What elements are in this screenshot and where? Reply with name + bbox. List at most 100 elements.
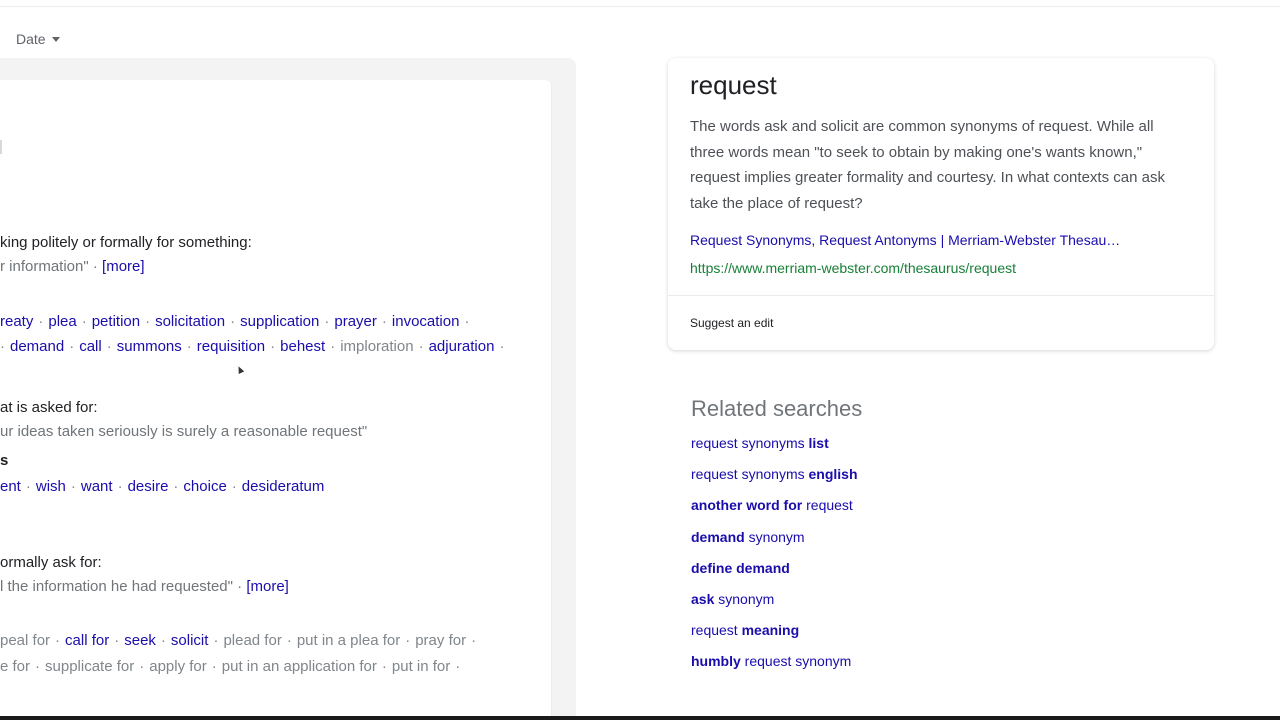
synonyms-row-2: · demand · call · summons · requisition · behest ·… xyxy=(0,337,509,357)
separator-dot: · xyxy=(25,478,31,495)
example-3-line: l the information he had requested" · [m… xyxy=(0,577,289,597)
related-search-text: demand xyxy=(691,528,749,545)
synonym-link[interactable]: solicit xyxy=(171,632,209,649)
example-1-line: r information" · [more] xyxy=(0,257,145,277)
synonym-link[interactable]: summons xyxy=(117,338,182,355)
suggest-edit-link[interactable]: Suggest an edit xyxy=(690,316,773,330)
related-search-link[interactable]: request synonyms english xyxy=(691,466,858,497)
synonym-link[interactable]: plea xyxy=(48,313,76,330)
separator-dot: · xyxy=(117,478,123,495)
synonyms-row-4: peal for · call for · seek · solicit · plead for… xyxy=(0,631,481,651)
synonym-link[interactable]: behest xyxy=(280,338,325,355)
separator-dot: · xyxy=(286,632,292,649)
synonym-link[interactable]: call for xyxy=(65,632,109,649)
synonym-link[interactable]: seek xyxy=(124,632,156,649)
bottom-edge xyxy=(0,716,1280,720)
synonym-link[interactable]: petition xyxy=(92,313,140,330)
synonym-link[interactable]: desire xyxy=(128,478,169,495)
related-search-link[interactable]: demand synonym xyxy=(691,529,858,560)
snippet-source-url: https://www.merriam-webster.com/thesauru… xyxy=(690,260,1017,276)
synonym-link[interactable]: choice xyxy=(183,478,226,495)
related-search-link[interactable]: humbly request synonym xyxy=(691,653,858,684)
related-search-text: another word for xyxy=(691,497,807,514)
related-search-text: synonym xyxy=(718,590,775,607)
related-search-link[interactable]: request synonyms list xyxy=(691,435,858,466)
synonym-text: put in an application for xyxy=(221,658,377,675)
example-3: l the information he had requested" xyxy=(0,578,233,595)
synonym-text: pray for xyxy=(415,632,467,649)
example-2: ur ideas taken seriously is surely a rea… xyxy=(0,423,368,440)
synonym-link[interactable]: ent xyxy=(0,478,21,495)
more-link-3[interactable]: [more] xyxy=(246,578,289,595)
related-search-link[interactable]: another word for request xyxy=(691,497,858,528)
date-filter-label: Date xyxy=(16,31,46,47)
synonym-link[interactable]: demand xyxy=(10,338,64,355)
snippet-title: request xyxy=(690,70,777,100)
separator-dot: · xyxy=(455,658,461,675)
synonym-text: plead for xyxy=(223,632,282,649)
synonym-link[interactable]: solicitation xyxy=(155,313,225,330)
related-search-link[interactable]: ask synonym xyxy=(691,591,858,622)
related-search-text: synonym xyxy=(748,528,805,545)
separator-dot: · xyxy=(81,313,87,330)
snippet-body: The words ask and solicit are common syn… xyxy=(690,118,1165,212)
separator-dot: · xyxy=(173,478,179,495)
separator-dot: · xyxy=(330,338,336,355)
related-search-text: english xyxy=(808,466,858,483)
synonym-text: apply for xyxy=(149,658,207,675)
caret-down-icon xyxy=(51,37,60,42)
definition-1: king politely or formally for something: xyxy=(0,234,252,251)
related-search-text: request xyxy=(806,497,853,514)
related-search-text: meaning xyxy=(741,622,800,639)
separator-dot: · xyxy=(69,338,75,355)
separator-dot: · xyxy=(213,632,219,649)
dictionary-edge-mark xyxy=(0,140,2,154)
related-search-text: define demand xyxy=(691,559,790,576)
top-divider xyxy=(0,6,1280,7)
synonym-link[interactable]: desideratum xyxy=(242,478,325,495)
synonym-link[interactable]: wish xyxy=(36,478,66,495)
synonym-link[interactable]: invocation xyxy=(392,313,460,330)
related-search-link[interactable]: request meaning xyxy=(691,622,858,653)
separator-dot: · xyxy=(38,313,44,330)
separator-dot: · xyxy=(145,313,151,330)
related-search-text: request synonym xyxy=(744,653,852,670)
synonym-link[interactable]: adjuration xyxy=(429,338,495,355)
separator-dot: · xyxy=(324,313,330,330)
separator-dot: · xyxy=(55,632,61,649)
separator-dot: · xyxy=(381,313,387,330)
example-1-separator: · xyxy=(88,258,103,275)
related-searches-title: Related searches xyxy=(691,396,863,421)
related-search-text: humbly xyxy=(691,653,745,670)
separator-dot: · xyxy=(211,658,217,675)
snippet-source-link[interactable]: Request Synonyms, Request Antonyms | Mer… xyxy=(690,232,1160,248)
synonyms-row-3: ent · wish · want · desire · choice · desideratum xyxy=(0,477,324,497)
synonym-link[interactable]: prayer xyxy=(334,313,377,330)
definition-3: ormally ask for: xyxy=(0,554,102,571)
synonym-link[interactable]: requisition xyxy=(197,338,265,355)
separator-dot: · xyxy=(471,632,477,649)
separator-dot: · xyxy=(139,658,145,675)
snippet-divider xyxy=(668,295,1214,296)
synonym-link[interactable]: supplication xyxy=(240,313,319,330)
synonym-text: e for xyxy=(0,658,31,675)
synonym-link[interactable]: want xyxy=(81,478,113,495)
synonym-link[interactable]: reaty xyxy=(0,313,33,330)
synonym-text: peal for xyxy=(0,632,51,649)
separator-dot: · xyxy=(230,313,236,330)
separator-dot: · xyxy=(106,338,112,355)
synonym-text: imploration xyxy=(340,338,414,355)
date-filter-dropdown[interactable]: Date xyxy=(16,31,60,47)
synonyms-row-5: e for · supplicate for · apply for · put in an… xyxy=(0,657,465,677)
featured-snippet-card: request The words ask and solicit are co… xyxy=(668,58,1214,350)
dictionary-card: king politely or formally for something:… xyxy=(0,80,551,720)
definition-2: at is asked for: xyxy=(0,399,98,416)
separator-dot: · xyxy=(464,313,470,330)
example-1: r information" xyxy=(0,258,89,275)
synonym-link[interactable]: call xyxy=(79,338,102,355)
separator-dot: · xyxy=(270,338,276,355)
more-link-1[interactable]: [more] xyxy=(102,258,145,275)
related-search-text: request synonyms xyxy=(691,435,809,451)
related-search-link[interactable]: define demand xyxy=(691,560,858,591)
separator-dot: · xyxy=(499,338,505,355)
